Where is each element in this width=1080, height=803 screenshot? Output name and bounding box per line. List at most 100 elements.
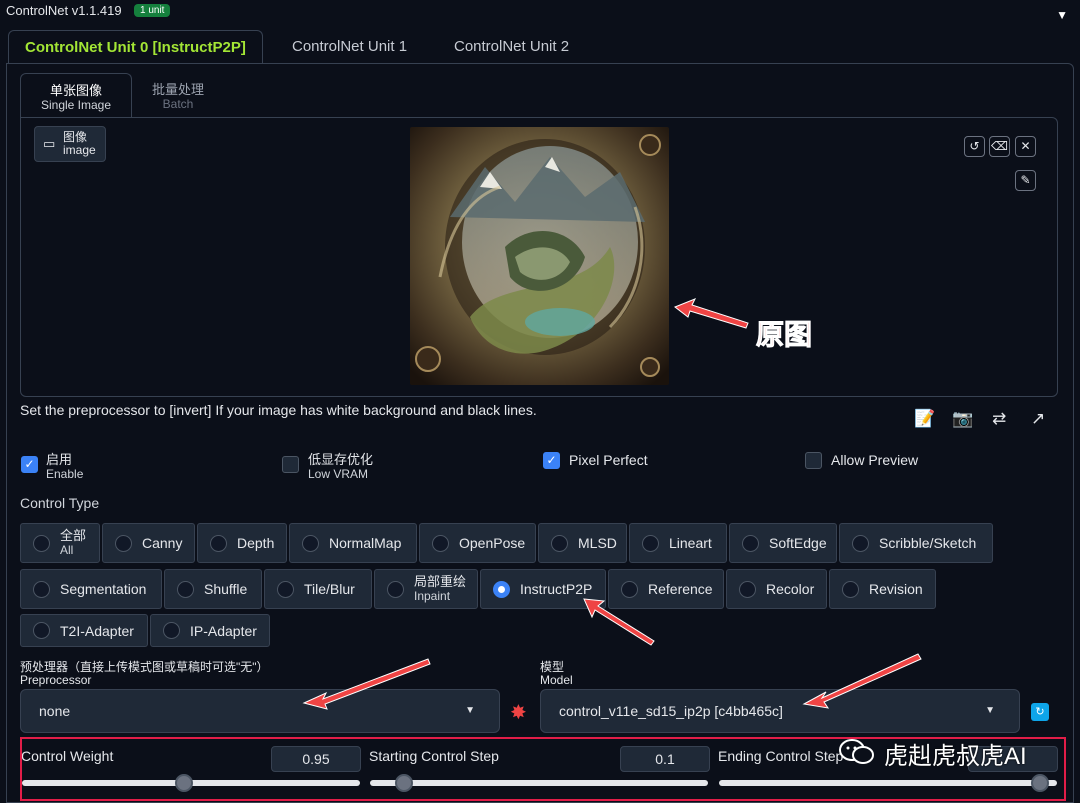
radio-dot: [842, 580, 859, 598]
tab-batch-sub: Batch: [162, 97, 194, 111]
enable-label-sub: Enable: [46, 467, 84, 481]
control-type-ip-adapter-label: IP-Adapter: [190, 622, 257, 639]
radio-dot: [742, 534, 759, 552]
tab-single-image-label: 单张图像: [49, 83, 102, 98]
control-type-openpose-label: OpenPose: [459, 535, 526, 551]
control-type-shuffle-label: Shuffle: [204, 581, 248, 597]
wechat-icon: [839, 739, 874, 764]
control-type-canny-label: Canny: [142, 535, 183, 551]
radio-dot: [852, 534, 869, 552]
control-type-depth[interactable]: Depth: [197, 523, 287, 563]
pixel-perfect-checkbox[interactable]: ✓: [543, 452, 560, 469]
model-label-sub: Model: [540, 673, 573, 687]
edit-icon[interactable]: 📝: [914, 409, 935, 429]
tab-single-image[interactable]: 单张图像 Single Image: [20, 73, 132, 118]
annotation-label: 原图: [755, 319, 813, 351]
control-type-segmentation[interactable]: Segmentation: [20, 569, 162, 609]
radio-dot: [277, 580, 294, 598]
control-type-lineart[interactable]: Lineart: [629, 523, 727, 563]
model-dropdown[interactable]: control_v11e_sd15_ip2p [c4bb465c] ▼: [540, 689, 1020, 733]
triangle-down-icon[interactable]: ▼: [1056, 8, 1068, 22]
control-type-t2i-adapter-label: T2I-Adapter: [60, 622, 134, 639]
control-type-revision[interactable]: Revision: [829, 569, 936, 609]
control-type-lineart-label: Lineart: [669, 535, 712, 551]
hint-text: Set the preprocessor to [invert] If your…: [20, 402, 537, 418]
annotation-arrow-model: [802, 653, 922, 709]
enable-label-text: 启用: [46, 452, 73, 467]
radio-dot: [739, 580, 756, 598]
allow-preview-checkbox[interactable]: [805, 452, 822, 469]
control-type-revision-label: Revision: [869, 581, 923, 597]
image-label-sub: image: [63, 143, 96, 157]
image-icon: ▭: [43, 136, 56, 151]
control-type-label: Control Type: [20, 495, 100, 511]
swap-icon[interactable]: ⇄: [992, 409, 1006, 429]
brush-icon[interactable]: ✎: [1015, 170, 1036, 191]
tab-single-image-sub: Single Image: [40, 98, 112, 112]
control-type-mlsd-label: MLSD: [578, 535, 617, 551]
control-type-softedge[interactable]: SoftEdge: [729, 523, 837, 563]
low-vram-label-sub: Low VRAM: [308, 467, 369, 481]
enable-label: 启用 Enable: [46, 452, 84, 482]
radio-dot: [302, 534, 319, 552]
refresh-icon[interactable]: ↻: [1031, 703, 1049, 721]
annotation-arrow-instructp2p: [583, 598, 655, 646]
radio-dot-selected: [493, 580, 510, 598]
control-type-recolor[interactable]: Recolor: [726, 569, 827, 609]
control-type-scribble-label: Scribble/Sketch: [879, 535, 977, 551]
low-vram-label-text: 低显存优化: [308, 452, 374, 467]
close-icon[interactable]: ✕: [1015, 136, 1036, 157]
watermark-text: 虎赳虎叔虎AI: [884, 743, 1027, 770]
run-preprocessor-icon[interactable]: ✸: [510, 700, 527, 725]
control-type-mlsd[interactable]: MLSD: [538, 523, 627, 563]
radio-dot: [387, 580, 404, 598]
eraser-icon[interactable]: ⌫: [989, 136, 1010, 157]
radio-dot: [177, 580, 194, 598]
control-type-openpose[interactable]: OpenPose: [419, 523, 536, 563]
radio-dot: [210, 534, 227, 552]
radio-dot: [33, 580, 50, 598]
control-type-inpaint[interactable]: 局部重绘 Inpaint: [374, 569, 478, 609]
control-type-normalmap[interactable]: NormalMap: [289, 523, 417, 563]
send-dimensions-icon[interactable]: ↗: [1031, 409, 1045, 429]
radio-dot: [551, 534, 568, 552]
control-type-scribble[interactable]: Scribble/Sketch: [839, 523, 993, 563]
enable-checkbox[interactable]: ✓: [21, 456, 38, 473]
allow-preview-label: Allow Preview: [831, 452, 919, 468]
radio-dot: [33, 622, 50, 639]
control-type-softedge-label: SoftEdge: [769, 535, 827, 551]
chevron-down-icon: ▼: [465, 705, 475, 716]
tab-unit-0[interactable]: ControlNet Unit 0 [InstructP2P]: [8, 30, 263, 64]
control-type-canny[interactable]: Canny: [102, 523, 195, 563]
control-type-depth-label: Depth: [237, 535, 275, 551]
tab-unit-1[interactable]: ControlNet Unit 1: [276, 30, 423, 64]
annotation-arrow-preprocessor: [302, 658, 431, 710]
control-type-tile-blur[interactable]: Tile/Blur: [264, 569, 372, 609]
undo-icon[interactable]: ↺: [964, 136, 985, 157]
radio-dot: [33, 534, 50, 552]
radio-dot: [642, 534, 659, 552]
radio-dot: [163, 622, 180, 639]
control-type-ip-adapter[interactable]: IP-Adapter: [150, 614, 270, 647]
control-type-all[interactable]: 全部 All: [20, 523, 100, 563]
tab-batch[interactable]: 批量处理 Batch: [122, 73, 234, 118]
extension-title: ControlNet v1.1.419: [6, 3, 122, 18]
control-type-shuffle[interactable]: Shuffle: [164, 569, 262, 609]
low-vram-checkbox[interactable]: [282, 456, 299, 473]
model-value: control_v11e_sd15_ip2p [c4bb465c]: [559, 703, 783, 719]
control-type-inpaint-label: 局部重绘: [414, 574, 467, 589]
tab-batch-label: 批量处理: [151, 82, 204, 97]
low-vram-label: 低显存优化 Low VRAM: [308, 452, 374, 482]
annotation-arrow-image: [673, 298, 749, 329]
camera-icon[interactable]: 📷: [952, 409, 973, 429]
control-type-normalmap-label: NormalMap: [329, 535, 402, 551]
control-type-t2i-adapter[interactable]: T2I-Adapter: [20, 614, 148, 647]
control-type-recolor-label: Recolor: [766, 581, 815, 597]
image-label: ▭ 图像 image: [34, 126, 106, 162]
control-type-tile-blur-label: Tile/Blur: [304, 581, 355, 597]
input-image: [410, 127, 669, 385]
radio-dot: [432, 534, 449, 552]
tab-unit-2[interactable]: ControlNet Unit 2: [438, 30, 585, 64]
radio-dot: [115, 534, 132, 552]
preprocessor-value: none: [39, 703, 71, 719]
